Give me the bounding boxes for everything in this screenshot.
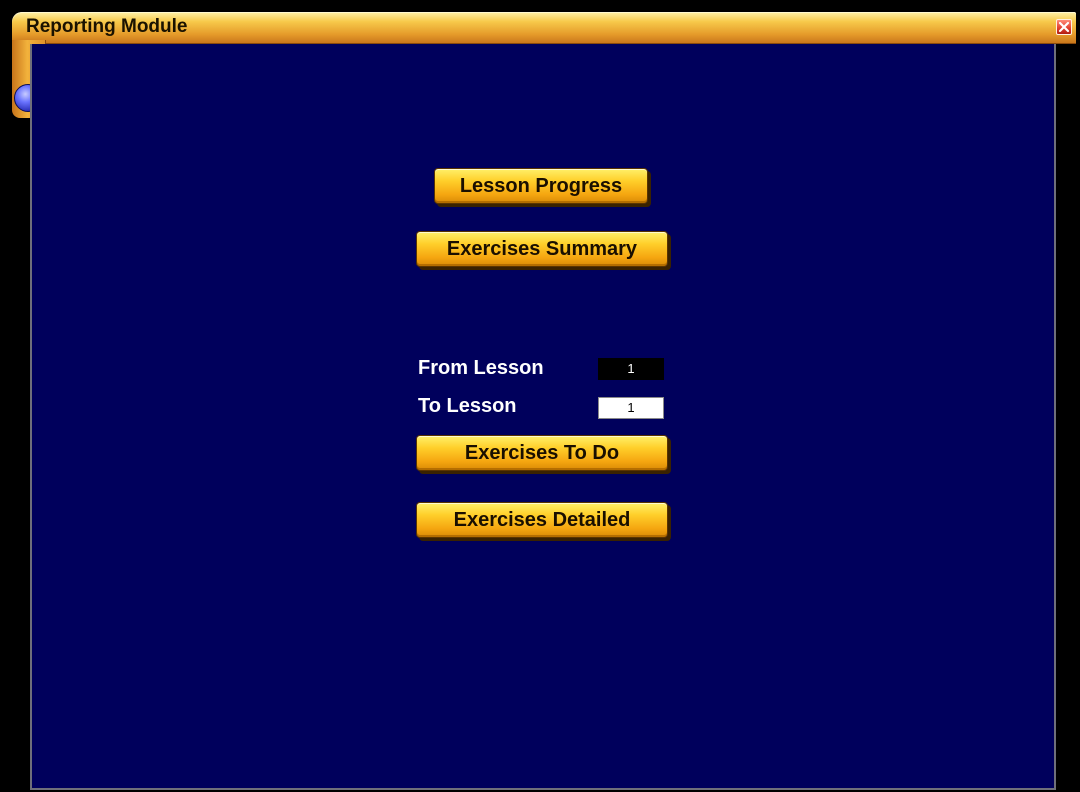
reporting-window: Reporting Module Lesson Progress Exercis… [0, 0, 1080, 792]
title-bar: Reporting Module [12, 12, 1076, 44]
lesson-progress-button[interactable]: Lesson Progress [434, 168, 648, 204]
from-lesson-field[interactable]: 1 [598, 358, 664, 380]
exercises-to-do-button[interactable]: Exercises To Do [416, 435, 668, 471]
window-title: Reporting Module [26, 16, 188, 37]
exercises-summary-button[interactable]: Exercises Summary [416, 231, 668, 267]
exercises-detailed-button[interactable]: Exercises Detailed [416, 502, 668, 538]
from-lesson-label: From Lesson [418, 357, 544, 379]
to-lesson-field[interactable]: 1 [598, 397, 664, 419]
close-icon [1058, 21, 1070, 33]
main-panel [30, 44, 1056, 790]
close-button[interactable] [1056, 19, 1072, 35]
to-lesson-label: To Lesson [418, 395, 517, 417]
